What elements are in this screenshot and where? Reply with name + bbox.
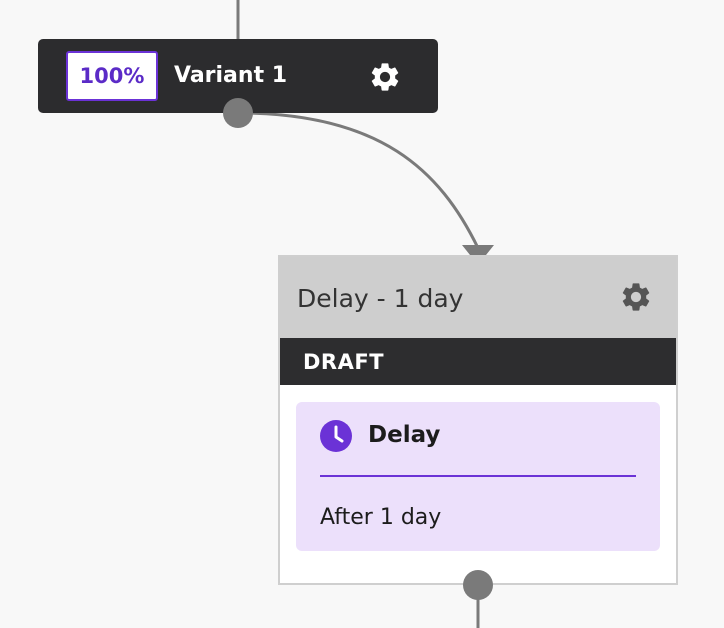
delay-action-card[interactable]: Delay After 1 day xyxy=(296,402,660,551)
action-detail: After 1 day xyxy=(320,505,442,530)
gear-icon[interactable] xyxy=(368,60,402,94)
action-title: Delay xyxy=(368,422,441,448)
gear-icon[interactable] xyxy=(619,280,653,314)
status-bar: DRAFT xyxy=(280,338,676,385)
delay-node-title: Delay - 1 day xyxy=(297,284,464,313)
variant-title: Variant 1 xyxy=(174,63,288,88)
action-divider xyxy=(320,475,636,477)
delay-node[interactable]: Delay - 1 day DRAFT Delay After 1 day xyxy=(278,255,678,585)
split-percent-badge[interactable]: 100% xyxy=(66,51,158,101)
variant-to-delay-connector xyxy=(237,111,480,249)
delay-node-header[interactable]: Delay - 1 day xyxy=(280,257,676,338)
variant-node[interactable]: 100% Variant 1 xyxy=(38,39,438,113)
status-badge: DRAFT xyxy=(303,350,385,374)
clock-icon xyxy=(320,420,352,452)
flow-canvas: 100% Variant 1 Delay - 1 day DRAFT Delay… xyxy=(0,0,724,628)
